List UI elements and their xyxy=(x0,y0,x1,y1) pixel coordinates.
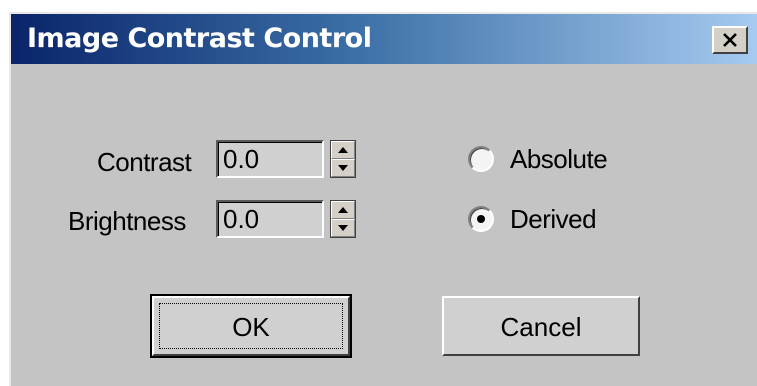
radio-derived-label[interactable]: Derived xyxy=(510,204,597,235)
radio-absolute-label[interactable]: Absolute xyxy=(510,144,608,175)
brightness-label: Brightness xyxy=(68,206,186,236)
contrast-increment-button[interactable] xyxy=(331,141,355,159)
contrast-label: Contrast xyxy=(97,147,192,177)
title-bar[interactable]: Image Contrast Control xyxy=(11,14,757,64)
brightness-value: 0.0 xyxy=(223,204,260,234)
contrast-input[interactable]: 0.0 xyxy=(216,140,324,178)
ok-button[interactable]: OK xyxy=(150,294,352,358)
contrast-value: 0.0 xyxy=(223,144,260,174)
radio-selected-dot xyxy=(477,215,485,223)
brightness-input[interactable]: 0.0 xyxy=(216,200,324,238)
close-icon xyxy=(723,33,737,47)
radio-absolute-circle[interactable] xyxy=(468,146,494,172)
cancel-button-label: Cancel xyxy=(500,312,582,342)
arrow-down-icon xyxy=(338,225,348,231)
image-contrast-dialog: Image Contrast Control Contrast 0.0 Brig… xyxy=(9,12,757,386)
contrast-spinner[interactable] xyxy=(330,140,356,178)
brightness-spinner[interactable] xyxy=(330,200,356,238)
radio-derived-circle[interactable] xyxy=(468,206,494,232)
contrast-decrement-button[interactable] xyxy=(331,159,355,177)
window-title: Image Contrast Control xyxy=(27,23,372,54)
ok-button-label: OK xyxy=(232,312,270,342)
brightness-decrement-button[interactable] xyxy=(331,219,355,237)
arrow-up-icon xyxy=(338,147,348,153)
cancel-button[interactable]: Cancel xyxy=(442,296,640,356)
close-button[interactable] xyxy=(712,26,748,54)
brightness-increment-button[interactable] xyxy=(331,201,355,219)
arrow-up-icon xyxy=(338,207,348,213)
arrow-down-icon xyxy=(338,165,348,171)
